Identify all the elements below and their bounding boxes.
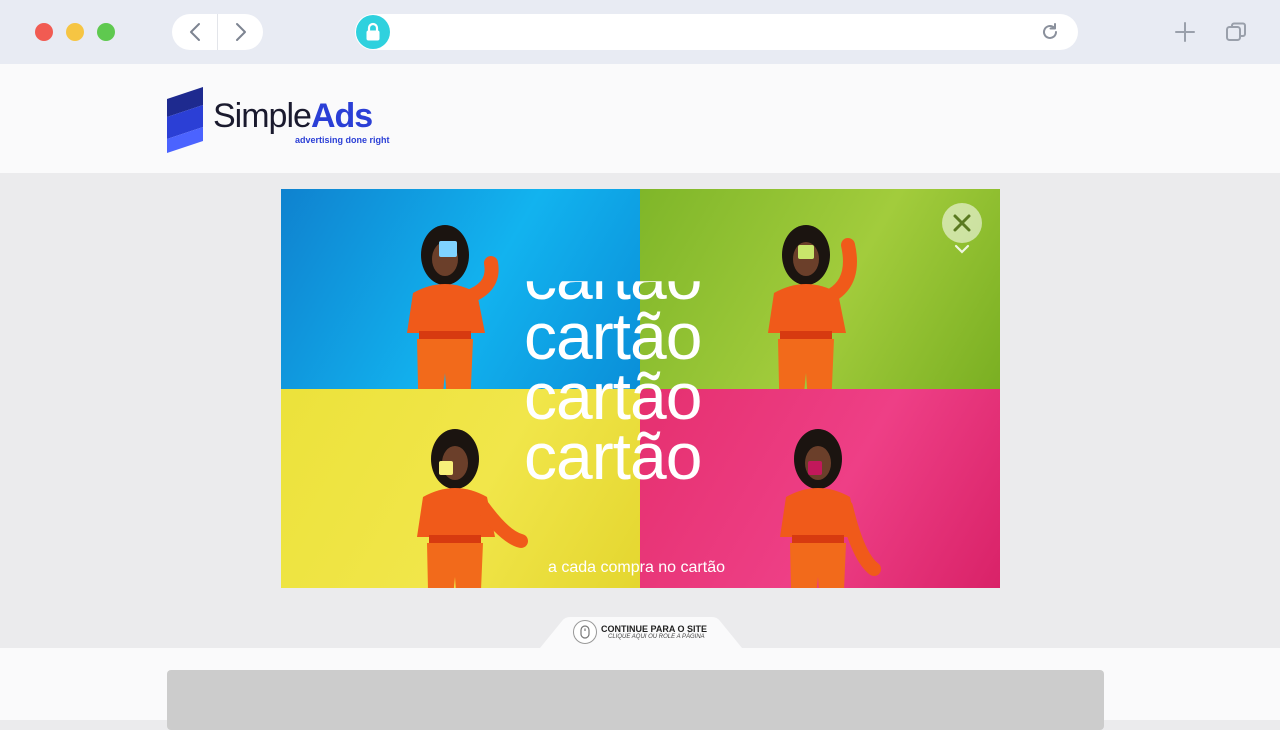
model-image: [768, 225, 857, 389]
content-placeholder: [167, 670, 1104, 730]
close-window-button[interactable]: [35, 23, 53, 41]
continue-to-site-button[interactable]: CONTINUE PARA O SITE CLIQUE AQUI OU ROLE…: [540, 617, 742, 648]
chevron-down-icon: [954, 244, 970, 254]
close-ad-button[interactable]: [942, 203, 982, 243]
logo-wordmark: SimpleAds: [213, 97, 373, 135]
model-image: [417, 429, 528, 588]
navigation-buttons: [172, 14, 263, 50]
continue-title: CONTINUE PARA O SITE: [601, 624, 708, 634]
simpleads-logo-mark-icon: [167, 87, 203, 153]
logo-ads: Ads: [310, 97, 373, 135]
close-icon: [953, 214, 971, 232]
minimize-window-button[interactable]: [66, 23, 84, 41]
forward-button[interactable]: [218, 14, 263, 50]
address-bar[interactable]: [355, 14, 1078, 50]
browser-toolbar: [0, 0, 1280, 64]
ad-subtitle: a cada compra no cartão: [548, 559, 725, 576]
ad-headline: cartão: [524, 419, 702, 493]
mouse-scroll-icon: [573, 620, 597, 644]
model-image: [407, 225, 499, 389]
reload-icon[interactable]: [1040, 22, 1060, 42]
lock-icon[interactable]: [356, 15, 390, 49]
maximize-window-button[interactable]: [97, 23, 115, 41]
new-tab-icon[interactable]: [1173, 20, 1197, 44]
tabs-icon[interactable]: [1225, 21, 1247, 43]
logo-simple: Simple: [213, 97, 312, 135]
forward-arrow-icon: [235, 23, 246, 41]
video-ad[interactable]: cartão cartão cartão cartão a cada compr…: [281, 189, 1000, 588]
simpleads-logo[interactable]: SimpleAds advertising done right: [167, 87, 390, 153]
continue-subtitle: CLIQUE AQUI OU ROLE A PÁGINA: [608, 634, 705, 640]
model-image: [780, 429, 881, 588]
back-arrow-icon: [189, 23, 200, 41]
back-button[interactable]: [172, 14, 217, 50]
logo-tagline: advertising done right: [295, 135, 390, 145]
site-header: SimpleAds advertising done right: [0, 64, 1280, 173]
